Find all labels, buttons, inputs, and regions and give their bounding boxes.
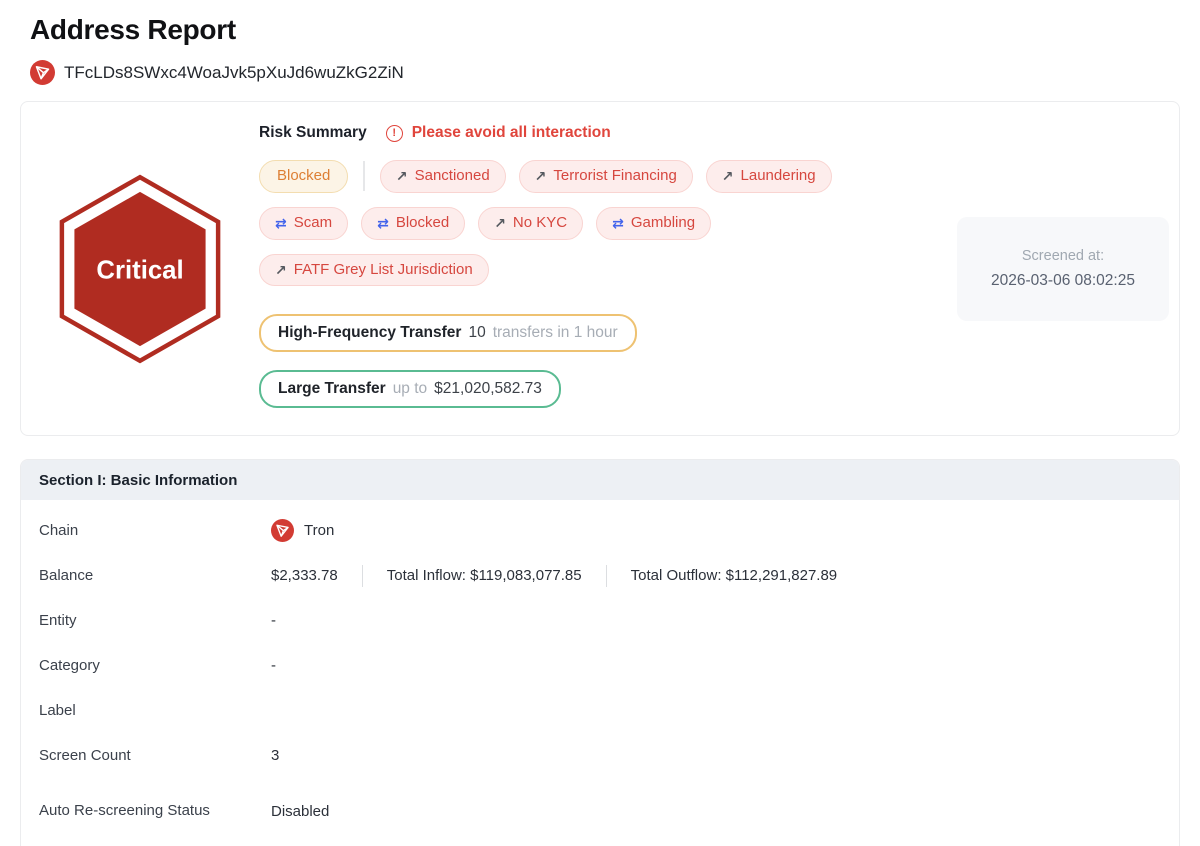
status-tag-blocked: Blocked — [259, 160, 348, 193]
page-title: Address Report — [30, 14, 1180, 46]
balance-value: $2,333.78 — [271, 567, 338, 584]
critical-hexagon-icon: Critical — [54, 172, 226, 366]
risk-tag-no-kyc[interactable]: ↗ No KYC — [478, 207, 583, 240]
ne-arrow-icon: ↗ — [722, 169, 734, 183]
risk-tag-row-3: ↗ FATF Grey List Jurisdiction — [259, 254, 957, 287]
table-row-label: Label — [39, 688, 1161, 733]
tron-icon — [271, 519, 294, 542]
ne-arrow-icon: ↗ — [535, 169, 547, 183]
large-transfer-badge: Large Transfer up to $21,020,582.73 — [259, 370, 561, 408]
row-label: Screen Count — [39, 743, 271, 769]
status-tag-label: Blocked — [277, 167, 330, 186]
ne-arrow-icon: ↗ — [396, 169, 408, 183]
row-value: - — [271, 612, 276, 629]
risk-level-badge: Critical — [21, 122, 259, 415]
table-row-chain: Chain Tron — [39, 508, 1161, 553]
table-row-screen-count: Screen Count 3 — [39, 733, 1161, 778]
large-transfer-label: Large Transfer — [278, 380, 386, 398]
risk-tag-label: Blocked — [396, 214, 449, 233]
row-value: 3 — [271, 747, 279, 764]
ne-arrow-icon: ↗ — [275, 263, 287, 277]
risk-tag-label: Terrorist Financing — [553, 167, 676, 186]
risk-tag-label: Scam — [294, 214, 332, 233]
risk-tag-blocked[interactable]: ⇄ Blocked — [361, 207, 465, 240]
risk-tag-terrorist-financing[interactable]: ↗ Terrorist Financing — [519, 160, 693, 193]
risk-tag-label: FATF Grey List Jurisdiction — [294, 261, 473, 280]
row-label: Label — [39, 698, 271, 724]
row-label: Chain — [39, 518, 271, 544]
risk-tag-row-1: Blocked ↗ Sanctioned ↗ Terrorist Financi… — [259, 160, 957, 193]
value-divider — [362, 565, 363, 587]
risk-tag-label: Sanctioned — [415, 167, 490, 186]
risk-summary-main: Risk Summary ! Please avoid all interact… — [259, 122, 957, 415]
risk-tag-fatf-grey-list[interactable]: ↗ FATF Grey List Jurisdiction — [259, 254, 489, 287]
ne-arrow-icon: ↗ — [494, 216, 506, 230]
row-value: Disabled — [271, 803, 329, 820]
section-title: Section I: Basic Information — [21, 460, 1179, 500]
risk-tag-label: Gambling — [631, 214, 695, 233]
address-report-page: Address Report TFcLDs8SWxc4WoaJvk5pXuJd6… — [0, 0, 1200, 846]
risk-tag-scam[interactable]: ⇄ Scam — [259, 207, 348, 240]
tron-icon — [30, 60, 55, 85]
row-label: Entity — [39, 608, 271, 634]
screened-at-box: Screened at: 2026-03-06 08:02:25 — [957, 217, 1169, 321]
risk-tag-label: Laundering — [741, 167, 816, 186]
high-frequency-suffix: transfers in 1 hour — [493, 324, 618, 342]
large-transfer-prefix: up to — [393, 380, 427, 398]
screened-at-label: Screened at: — [1022, 248, 1104, 264]
risk-level-label: Critical — [96, 256, 183, 284]
address-text: TFcLDs8SWxc4WoaJvk5pXuJd6wuZkG2ZiN — [64, 63, 404, 83]
swap-icon: ⇄ — [377, 216, 389, 230]
table-row-category: Category - — [39, 643, 1161, 688]
risk-summary-title: Risk Summary — [259, 124, 367, 142]
risk-warning-text: Please avoid all interaction — [412, 124, 611, 142]
high-frequency-transfer-badge: High-Frequency Transfer 10 transfers in … — [259, 314, 637, 352]
warning-icon: ! — [386, 125, 403, 142]
row-label: Balance — [39, 563, 271, 589]
risk-tag-label: No KYC — [513, 214, 567, 233]
total-inflow: Total Inflow: $119,083,077.85 — [387, 567, 582, 584]
row-value: $2,333.78 Total Inflow: $119,083,077.85 … — [271, 565, 837, 587]
row-label: Category — [39, 653, 271, 679]
high-frequency-label: High-Frequency Transfer — [278, 324, 461, 342]
basic-information-rows: Chain Tron Balance — [21, 500, 1179, 846]
chain-name: Tron — [304, 522, 334, 539]
screened-at-value: 2026-03-06 08:02:25 — [991, 272, 1135, 290]
row-value: - — [271, 657, 276, 674]
swap-icon: ⇄ — [275, 216, 287, 230]
risk-tag-gambling[interactable]: ⇄ Gambling — [596, 207, 711, 240]
high-frequency-value: 10 — [468, 324, 485, 342]
risk-tag-sanctioned[interactable]: ↗ Sanctioned — [380, 160, 506, 193]
tag-divider — [363, 161, 365, 191]
swap-icon: ⇄ — [612, 216, 624, 230]
address-row: TFcLDs8SWxc4WoaJvk5pXuJd6wuZkG2ZiN — [30, 60, 1180, 85]
value-divider — [606, 565, 607, 587]
large-transfer-value: $21,020,582.73 — [434, 380, 542, 398]
row-value: Tron — [271, 519, 334, 542]
risk-tag-laundering[interactable]: ↗ Laundering — [706, 160, 832, 193]
table-row-balance: Balance $2,333.78 Total Inflow: $119,083… — [39, 553, 1161, 598]
risk-tag-row-2: ⇄ Scam ⇄ Blocked ↗ No KYC ⇄ Gambling — [259, 207, 957, 240]
risk-summary-header: Risk Summary ! Please avoid all interact… — [259, 124, 957, 142]
row-label: Auto Re-screening Status — [39, 798, 271, 824]
basic-information-section: Section I: Basic Information Chain — [20, 459, 1180, 846]
table-row-entity: Entity - — [39, 598, 1161, 643]
total-outflow: Total Outflow: $112,291,827.89 — [631, 567, 838, 584]
risk-summary-card: Critical Risk Summary ! Please avoid all… — [20, 101, 1180, 436]
table-row-auto-rescreening: Auto Re-screening Status Disabled — [39, 778, 1161, 844]
